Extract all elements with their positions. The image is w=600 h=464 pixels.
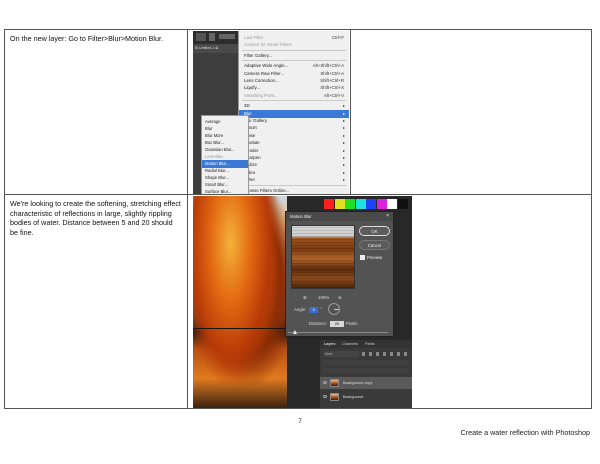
lock-row	[323, 368, 409, 373]
filter-icons	[362, 352, 408, 356]
tab-layers[interactable]: Layers	[324, 340, 335, 348]
zoom-percent: 100%	[318, 295, 330, 300]
checkbox-icon	[360, 255, 365, 260]
zoom-out-icon[interactable]: ⊖	[338, 294, 342, 302]
preview-checkbox[interactable]: Preview	[360, 255, 382, 261]
layer-name: Background copy	[343, 381, 373, 385]
layer-thumbnail	[330, 379, 339, 387]
color-swatch[interactable]	[387, 199, 397, 209]
autumn-tree-photo	[193, 196, 287, 408]
layer-row[interactable]: Background	[320, 391, 412, 403]
menu-item-browse-filters-online[interactable]: Browse Filters Online...	[239, 187, 349, 194]
step-1-text: On the new layer: Go to Filter>Blur>Moti…	[10, 34, 164, 43]
menu-item-label: Liquify...	[244, 85, 261, 91]
swatches-panel	[324, 199, 408, 209]
menu-item-label: Camera Raw Filter...	[244, 70, 285, 76]
distance-slider[interactable]	[288, 330, 388, 334]
eye-icon[interactable]	[323, 381, 327, 384]
menu-separator	[242, 100, 346, 102]
menu-item-label: Vanishing Point...	[244, 92, 278, 98]
tool-icon	[196, 33, 206, 41]
distance-control: Distance: 20 Pixels	[309, 320, 357, 328]
page-number: 7	[298, 418, 302, 425]
motion-blur-screenshot: Motion Blur × OK Cancel Preview ⊕ 100% ⊖…	[193, 196, 412, 408]
menu-item-label: Last Filter	[244, 35, 264, 40]
column-divider	[187, 30, 188, 408]
preview-label: Preview	[367, 255, 383, 260]
menu-item-other[interactable]: Other ▸	[239, 176, 349, 184]
blur-submenu: Average Blur Blur More Box Blur... Gaussian …	[201, 115, 249, 194]
table-row-2: We're looking to create the softening, s…	[5, 195, 591, 409]
document-footer: Create a water reflection with Photoshop	[460, 428, 590, 437]
menu-separator	[242, 184, 346, 186]
tool-icon	[219, 34, 235, 39]
color-swatch[interactable]	[355, 199, 366, 209]
submenu-item-surface-blur[interactable]: Surface Blur...	[202, 188, 248, 194]
eye-icon[interactable]	[323, 395, 327, 398]
angle-unit: °	[320, 307, 322, 312]
menu-item-label: Filter Gallery...	[244, 52, 273, 58]
color-swatch[interactable]	[376, 199, 387, 209]
color-swatch[interactable]	[334, 199, 345, 209]
column-divider	[350, 30, 351, 195]
menu-separator	[242, 60, 346, 62]
distance-label: Distance:	[309, 321, 327, 326]
zoom-in-icon[interactable]: ⊕	[303, 294, 307, 302]
menu-item-vanishing-point[interactable]: Vanishing Point... Alt+Ctrl+V	[239, 92, 349, 100]
tab-channels[interactable]: Channels	[342, 340, 358, 348]
tab-paths[interactable]: Paths	[365, 340, 375, 348]
menu-item-label: Lens Correction...	[244, 78, 279, 83]
distance-input[interactable]: 20	[329, 320, 344, 327]
menu-item-convert-for-smart-filters[interactable]: Convert for Smart Filters	[239, 41, 349, 49]
color-swatch[interactable]	[324, 199, 334, 209]
layers-tabs: Layers Channels Paths	[320, 340, 412, 348]
instruction-table: On the new layer: Go to Filter>Blur>Moti…	[4, 29, 592, 409]
color-swatch[interactable]	[366, 199, 376, 209]
menu-item-label: Adaptive Wide Angle...	[244, 63, 289, 69]
menu-item-label: Convert for Smart Filters	[244, 42, 292, 48]
angle-label: Angle:	[294, 307, 307, 312]
angle-dial-icon[interactable]	[328, 303, 340, 315]
table-row-1: On the new layer: Go to Filter>Blur>Moti…	[5, 30, 591, 195]
menu-item-label: Browse Filters Online...	[244, 187, 290, 193]
layer-row[interactable]: Background copy	[320, 377, 412, 389]
motion-blur-dialog: Motion Blur × OK Cancel Preview ⊕ 100% ⊖…	[285, 211, 394, 337]
document-tab[interactable]: ⊞ Untitled-1 ⊠	[193, 44, 238, 53]
zoom-controls: ⊕ 100% ⊖	[291, 294, 355, 302]
slider-handle[interactable]	[293, 330, 297, 334]
angle-control: Angle: 0 °	[294, 306, 322, 314]
filter-menu-screenshot: ⊞ Untitled-1 ⊠ Last Filter Ctrl+F Convert …	[193, 31, 349, 194]
step-2-text: We're looking to create the softening, s…	[10, 199, 181, 237]
cancel-button[interactable]: Cancel	[359, 240, 390, 250]
reflection-edge	[193, 328, 287, 329]
layer-name: Background	[343, 395, 364, 399]
distance-unit: Pixels	[345, 321, 358, 326]
layers-panel: Layers Channels Paths Kind Background co…	[320, 340, 412, 408]
submenu-arrow-icon: ▸	[342, 177, 345, 183]
layer-thumbnail	[330, 393, 339, 401]
blur-preview[interactable]	[291, 225, 355, 289]
menu-item-filter-gallery[interactable]: Filter Gallery...	[239, 52, 349, 60]
close-icon[interactable]: ×	[386, 212, 389, 221]
ok-button[interactable]: OK	[359, 226, 390, 236]
menu-shortcut: Alt+Ctrl+V	[323, 92, 344, 98]
color-swatch[interactable]	[397, 199, 408, 209]
color-swatch[interactable]	[345, 199, 355, 209]
dialog-title: Motion Blur	[286, 212, 393, 221]
menu-item-label: 3D	[244, 103, 250, 109]
filter-menu: Last Filter Ctrl+F Convert for Smart Filte…	[238, 31, 349, 194]
angle-input[interactable]: 0	[309, 306, 319, 313]
layer-kind-filter[interactable]: Kind	[323, 351, 359, 357]
tool-icon	[209, 33, 215, 41]
blend-mode-row	[323, 360, 409, 365]
menu-separator	[242, 49, 346, 51]
